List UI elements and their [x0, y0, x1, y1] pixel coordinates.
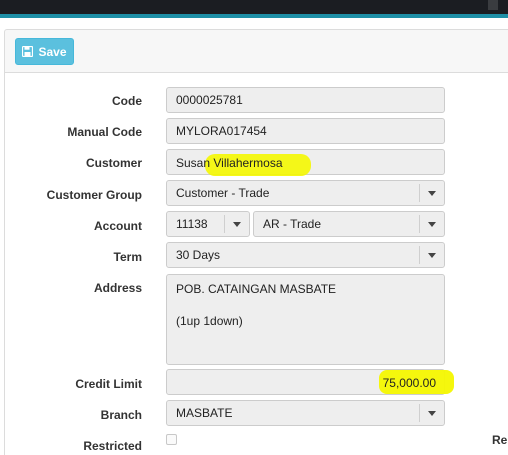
- caret-down-icon[interactable]: [420, 243, 444, 267]
- address-textarea[interactable]: POB. CATAINGAN MASBATE (1up 1down): [166, 274, 445, 365]
- caret-down-icon[interactable]: [420, 212, 444, 236]
- term-select[interactable]: 30 Days: [166, 242, 445, 268]
- address-label: Address: [93, 281, 142, 295]
- code-value: 0000025781: [176, 93, 243, 107]
- branch-label: Branch: [100, 408, 142, 422]
- floppy-disk-icon: [22, 46, 34, 57]
- account-code-select[interactable]: 11138: [166, 211, 250, 237]
- address-line-1: POB. CATAINGAN MASBATE: [176, 282, 337, 296]
- restricted-label: Restricted: [83, 439, 142, 453]
- account-name-select[interactable]: AR - Trade: [253, 211, 445, 237]
- credit-limit-label: Credit Limit: [75, 377, 142, 391]
- credit-limit-value: 75,000.00: [382, 376, 436, 390]
- caret-down-icon[interactable]: [420, 401, 444, 425]
- code-label: Code: [112, 94, 142, 108]
- save-button-label: Save: [38, 44, 67, 59]
- manual-code-field[interactable]: MYLORA017454: [166, 118, 445, 144]
- customer-group-select[interactable]: Customer - Trade: [166, 180, 445, 206]
- term-label: Term: [113, 250, 142, 264]
- code-field[interactable]: 0000025781: [166, 87, 445, 113]
- caret-down-icon[interactable]: [225, 212, 249, 236]
- restricted-checkbox[interactable]: [166, 434, 177, 445]
- manual-code-label: Manual Code: [67, 125, 142, 139]
- form-toolbar: Save: [4, 29, 508, 73]
- save-button[interactable]: Save: [15, 38, 74, 65]
- caret-down-icon[interactable]: [420, 181, 444, 205]
- address-line-2: (1up 1down): [176, 314, 243, 328]
- right-column-label: Re: [492, 433, 508, 447]
- manual-code-value: MYLORA017454: [176, 124, 267, 138]
- account-name-value: AR - Trade: [263, 217, 322, 231]
- topbar-decoration: [488, 0, 498, 10]
- term-value: 30 Days: [176, 248, 221, 262]
- account-label: Account: [94, 219, 142, 233]
- customer-label: Customer: [85, 156, 142, 170]
- customer-value: Susan Villahermosa: [176, 156, 283, 170]
- customer-group-label: Customer Group: [46, 188, 142, 202]
- top-app-bar: [0, 0, 508, 14]
- branch-select[interactable]: MASBATE: [166, 400, 445, 426]
- branch-value: MASBATE: [176, 406, 233, 420]
- accent-bar: [0, 14, 508, 18]
- account-code-value: 11138: [176, 217, 208, 231]
- customer-group-value: Customer - Trade: [176, 186, 270, 200]
